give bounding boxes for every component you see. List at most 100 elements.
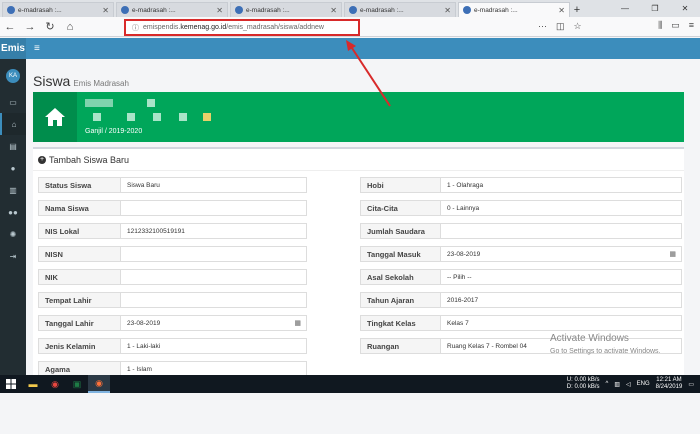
forward-icon[interactable]: → (24, 21, 36, 33)
url-bar[interactable]: ⓘ emispendis.kemenag.go.id/emis_madrasah… (124, 19, 360, 36)
calendar-icon[interactable]: ▦ (669, 250, 676, 258)
browser-tab[interactable]: e-madrasah :... ✕ (116, 2, 228, 17)
field-input[interactable]: 1 - Olahraga (441, 178, 681, 192)
field-value: 23-08-2019 (447, 250, 481, 258)
sidebar-item-dashboard[interactable]: ▭ (0, 91, 26, 113)
firefox-icon[interactable]: ◉ (88, 375, 110, 393)
divider (33, 170, 684, 171)
bookmark-star-icon[interactable]: ☆ (574, 21, 582, 32)
windows-taskbar: ▬ ◉ ▣ ◉ U: 0.00 kB/s D: 0.00 kB/s ^ ▥ ◁ E… (0, 375, 700, 393)
home-icon[interactable]: ⌂ (64, 21, 76, 33)
start-button[interactable] (0, 375, 22, 393)
field-input[interactable] (121, 270, 306, 284)
library-icon[interactable]: ⫼ (658, 20, 662, 31)
reload-icon[interactable]: ↻ (44, 20, 56, 33)
sidebar-item-settings[interactable]: ✺ (0, 223, 26, 245)
back-icon[interactable]: ← (4, 21, 16, 33)
browser-tab[interactable]: e-madrasah :... ✕ (2, 2, 114, 17)
field-input[interactable]: 1 - Islam (121, 362, 306, 376)
browser-tab[interactable]: e-madrasah :... ✕ (344, 2, 456, 17)
show-hidden-icons-icon[interactable]: ^ (605, 381, 608, 387)
form-title: + Tambah Siswa Baru (38, 155, 129, 165)
hamburger-menu-icon[interactable]: ≡ (34, 43, 40, 54)
field-input[interactable] (121, 247, 306, 261)
upload-label: U: (566, 377, 573, 383)
language-indicator[interactable]: ENG (637, 381, 650, 387)
close-tab-icon[interactable]: ✕ (444, 6, 451, 15)
menu-icon[interactable]: ≡ (689, 20, 694, 31)
field-input[interactable] (441, 224, 681, 238)
url-prefix: emispendis. (143, 24, 181, 31)
minimize-icon[interactable]: — (610, 4, 640, 13)
close-tab-icon[interactable]: ✕ (330, 6, 337, 15)
form-row: NIK (38, 269, 307, 285)
clock-date: 8/24/2019 (655, 384, 683, 390)
field-input[interactable]: Siswa Baru (121, 178, 306, 192)
field-label: Cita-Cita (361, 201, 441, 215)
sidebar-item-data[interactable]: ▤ (0, 135, 26, 157)
clock-time: 12:21 AM (656, 377, 682, 383)
field-input[interactable]: 23-08-2019 ▦ (441, 247, 681, 261)
tab-title: e-madrasah :... (360, 6, 404, 14)
form-row: Hobi 1 - Olahraga (360, 177, 682, 193)
calendar-icon[interactable]: ▦ (294, 319, 301, 327)
sidebar-item-report[interactable]: ▥ (0, 179, 26, 201)
more-actions-icon[interactable]: ··· (538, 21, 547, 32)
watermark-title: Activate Windows (550, 333, 629, 344)
toolbar-right: ⫼ ▭ ≡ (658, 20, 694, 31)
volume-icon[interactable]: ◁ (626, 381, 631, 388)
field-input[interactable]: 0 - Lainnya (441, 201, 681, 215)
form-row: NISN (38, 246, 307, 262)
tab-title: e-madrasah :... (18, 6, 62, 14)
field-input[interactable]: 2016-2017 (441, 293, 681, 307)
field-input[interactable]: Kelas 7 (441, 316, 681, 330)
form-row: Jumlah Saudara (360, 223, 682, 239)
notification-icon[interactable]: ▭ (688, 381, 694, 388)
clock[interactable]: 12:21 AM 8/24/2019 (656, 377, 683, 391)
avatar[interactable]: KA (6, 69, 20, 83)
sidebar-item-lembaga[interactable]: ⌂ (0, 113, 26, 135)
pocket-icon[interactable]: ◫ (556, 21, 565, 32)
file-explorer-icon[interactable]: ▬ (22, 375, 44, 393)
school-banner: Ganjil / 2019-2020 (33, 92, 684, 142)
download-speed: 0.00 kB/s (574, 384, 600, 390)
browser-nav-bar: ← → ↻ ⌂ ⓘ emispendis.kemenag.go.id/emis_… (0, 17, 700, 37)
redacted-block (153, 113, 161, 121)
close-tab-icon[interactable]: ✕ (102, 6, 109, 15)
sidebar-item-users[interactable]: ●● (0, 201, 26, 223)
form-title-text: Tambah Siswa Baru (49, 155, 130, 165)
info-icon[interactable]: ⓘ (132, 23, 139, 33)
browser-tab-active[interactable]: e-madrasah :... ✕ (458, 2, 570, 17)
field-value: 1 - Islam (127, 365, 152, 373)
close-tab-icon[interactable]: ✕ (558, 6, 565, 15)
main-content: Siswa Emis Madrasah Ganjil / 2019-2020 + T… (26, 59, 690, 377)
field-input[interactable] (121, 201, 306, 215)
close-window-icon[interactable]: ✕ (670, 4, 700, 13)
field-value: -- Pilih -- (447, 273, 472, 281)
field-value: 1212332100519191 (127, 227, 185, 235)
field-label: Tingkat Kelas (361, 316, 441, 330)
field-input[interactable]: 1212332100519191 (121, 224, 306, 238)
system-tray: U: 0.00 kB/s D: 0.00 kB/s ^ ▥ ◁ ENG 12:21… (567, 377, 700, 391)
new-tab-icon[interactable]: + (570, 2, 584, 17)
browser-tab[interactable]: e-madrasah :... ✕ (230, 2, 342, 17)
excel-icon[interactable]: ▣ (66, 375, 88, 393)
field-input[interactable]: 23-08-2019 ▦ (121, 316, 306, 330)
redacted-block (85, 99, 113, 107)
upload-speed: 0.00 kB/s (574, 377, 600, 383)
chrome-icon[interactable]: ◉ (44, 375, 66, 393)
field-input[interactable]: 1 - Laki-laki (121, 339, 306, 353)
close-tab-icon[interactable]: ✕ (216, 6, 223, 15)
maximize-icon[interactable]: ❐ (640, 4, 670, 13)
sidebar-item-user[interactable]: ● (0, 157, 26, 179)
app-logo[interactable]: Emis (0, 38, 26, 59)
network-icon[interactable]: ▥ (614, 381, 620, 388)
school-home-icon (33, 92, 77, 142)
sidebar-item-logout[interactable]: ⇥ (0, 245, 26, 267)
field-input[interactable] (121, 293, 306, 307)
tab-title: e-madrasah :... (474, 6, 518, 14)
sidebar-toggle-icon[interactable]: ▭ (671, 20, 680, 31)
redacted-block (203, 113, 211, 121)
field-input[interactable]: -- Pilih -- (441, 270, 681, 284)
app-sidebar: KA ▭ ⌂ ▤ ● ▥ ●● ✺ ⇥ (0, 59, 26, 375)
